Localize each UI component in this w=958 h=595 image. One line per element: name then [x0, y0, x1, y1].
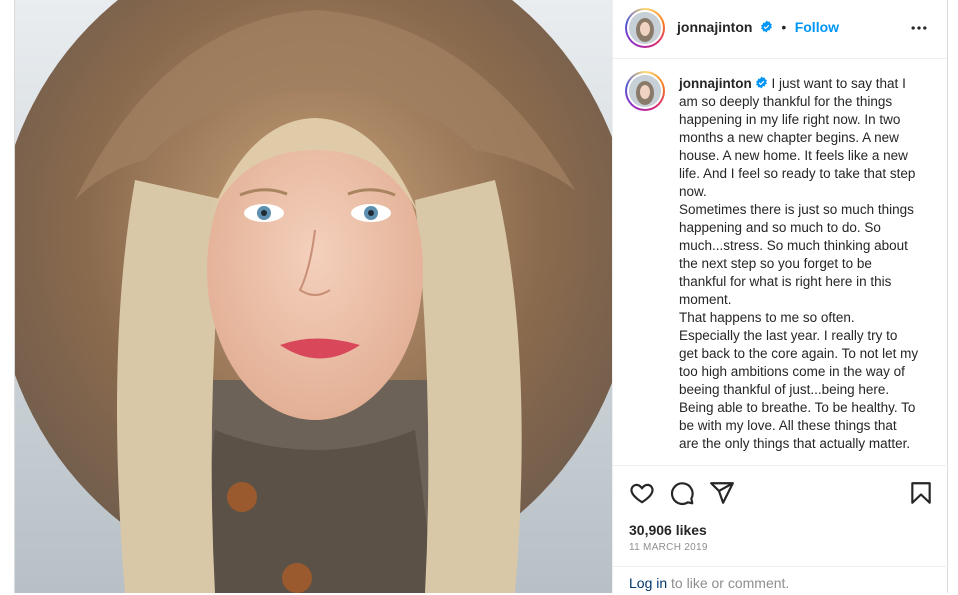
post-sidebar: jonnajinton • Follow jonnajinton I just …	[612, 0, 948, 594]
username[interactable]: jonnajinton	[677, 19, 752, 35]
post-image[interactable]	[15, 0, 612, 593]
heart-icon[interactable]	[629, 480, 655, 506]
page-gutter	[0, 0, 14, 593]
login-suffix: to like or comment.	[667, 575, 790, 591]
separator-dot: •	[781, 19, 787, 35]
verified-badge-icon	[755, 76, 767, 89]
like-count[interactable]: 30,906 likes	[629, 522, 707, 538]
post-header: jonnajinton • Follow	[613, 0, 947, 59]
login-prompt: Log in to like or comment.	[613, 566, 948, 595]
caption-text: jonnajinton I just want to say that I am…	[679, 75, 919, 453]
portrait-illustration	[15, 0, 612, 593]
avatar[interactable]	[625, 8, 665, 48]
more-options-icon[interactable]	[909, 18, 929, 38]
caption-username[interactable]: jonnajinton	[679, 76, 752, 91]
post-date: 11 MARCH 2019	[629, 542, 708, 553]
bookmark-icon[interactable]	[908, 480, 934, 506]
verified-badge-icon	[761, 20, 772, 33]
caption-area[interactable]: jonnajinton I just want to say that I am…	[613, 59, 948, 465]
actions-bar: 30,906 likes 11 MARCH 2019 Log in to lik…	[613, 465, 948, 594]
follow-button[interactable]: Follow	[795, 19, 839, 35]
share-icon[interactable]	[709, 480, 735, 506]
caption-avatar[interactable]	[625, 71, 665, 111]
comment-icon[interactable]	[669, 480, 695, 506]
caption-body: I just want to say that I am so deeply t…	[679, 76, 919, 451]
login-link[interactable]: Log in	[629, 575, 667, 591]
